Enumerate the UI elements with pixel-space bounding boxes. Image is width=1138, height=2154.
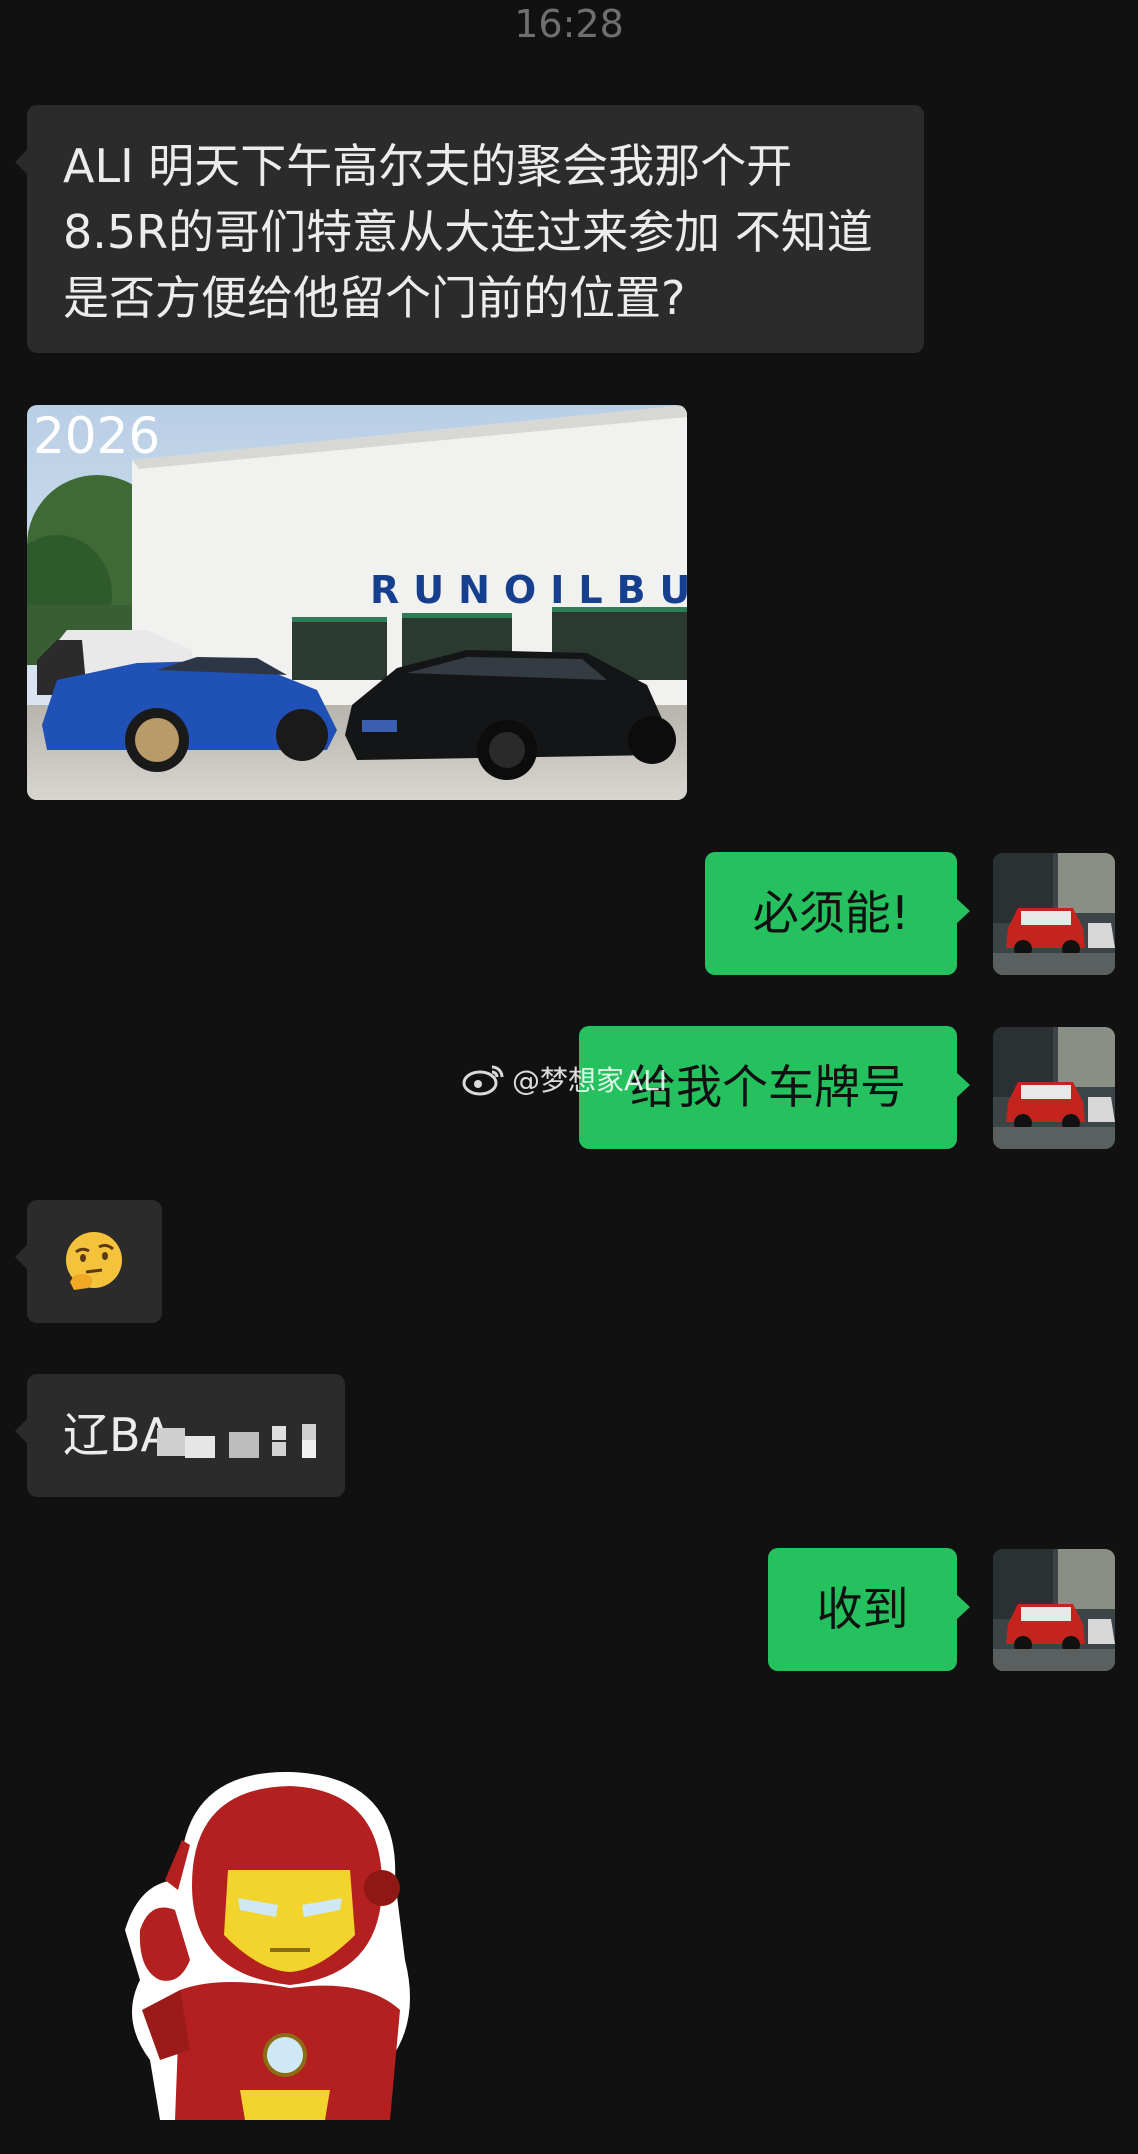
message-text: ALI 明天下午高尔夫的聚会我那个开8.5R的哥们特意从大连过来参加 不知道是否… xyxy=(63,139,873,325)
message-text: 收到 xyxy=(816,1582,909,1636)
user-avatar[interactable] xyxy=(993,1027,1115,1149)
outgoing-message-bubble[interactable]: 必须能! xyxy=(705,852,970,975)
mini-car-avatar-icon xyxy=(993,1027,1115,1149)
showroom-sign: RUNOILBU xyxy=(370,568,687,612)
incoming-sticker-message[interactable] xyxy=(120,1760,420,2120)
message-text: 必须能! xyxy=(752,886,910,940)
outgoing-message-bubble[interactable]: 收到 xyxy=(768,1548,970,1671)
mini-car-avatar-icon xyxy=(993,1549,1115,1671)
incoming-message-bubble[interactable]: ALI 明天下午高尔夫的聚会我那个开8.5R的哥们特意从大连过来参加 不知道是否… xyxy=(15,105,924,353)
weibo-logo-icon xyxy=(462,1065,504,1096)
message-text: 给我个车牌号 xyxy=(630,1060,906,1114)
thinking-face-icon xyxy=(66,1232,122,1290)
mini-car-avatar-icon xyxy=(993,853,1115,975)
user-avatar[interactable] xyxy=(993,1549,1115,1671)
watermark: @梦想家ALI xyxy=(462,1054,667,1104)
user-avatar[interactable] xyxy=(993,853,1115,975)
iron-man-sticker xyxy=(125,1771,410,2120)
incoming-message-bubble[interactable] xyxy=(15,1200,162,1323)
incoming-photo-message[interactable]: 2026 RUNOILBU xyxy=(27,405,687,800)
incoming-message-bubble[interactable]: 辽BA xyxy=(15,1374,345,1497)
message-text: 辽BA xyxy=(63,1408,173,1462)
watermark-text: @梦想家ALI xyxy=(512,1064,668,1097)
timestamp: 16:28 xyxy=(514,2,624,46)
photo-year-caption: 2026 xyxy=(33,407,161,465)
blurred-plate-icon xyxy=(157,1422,337,1462)
